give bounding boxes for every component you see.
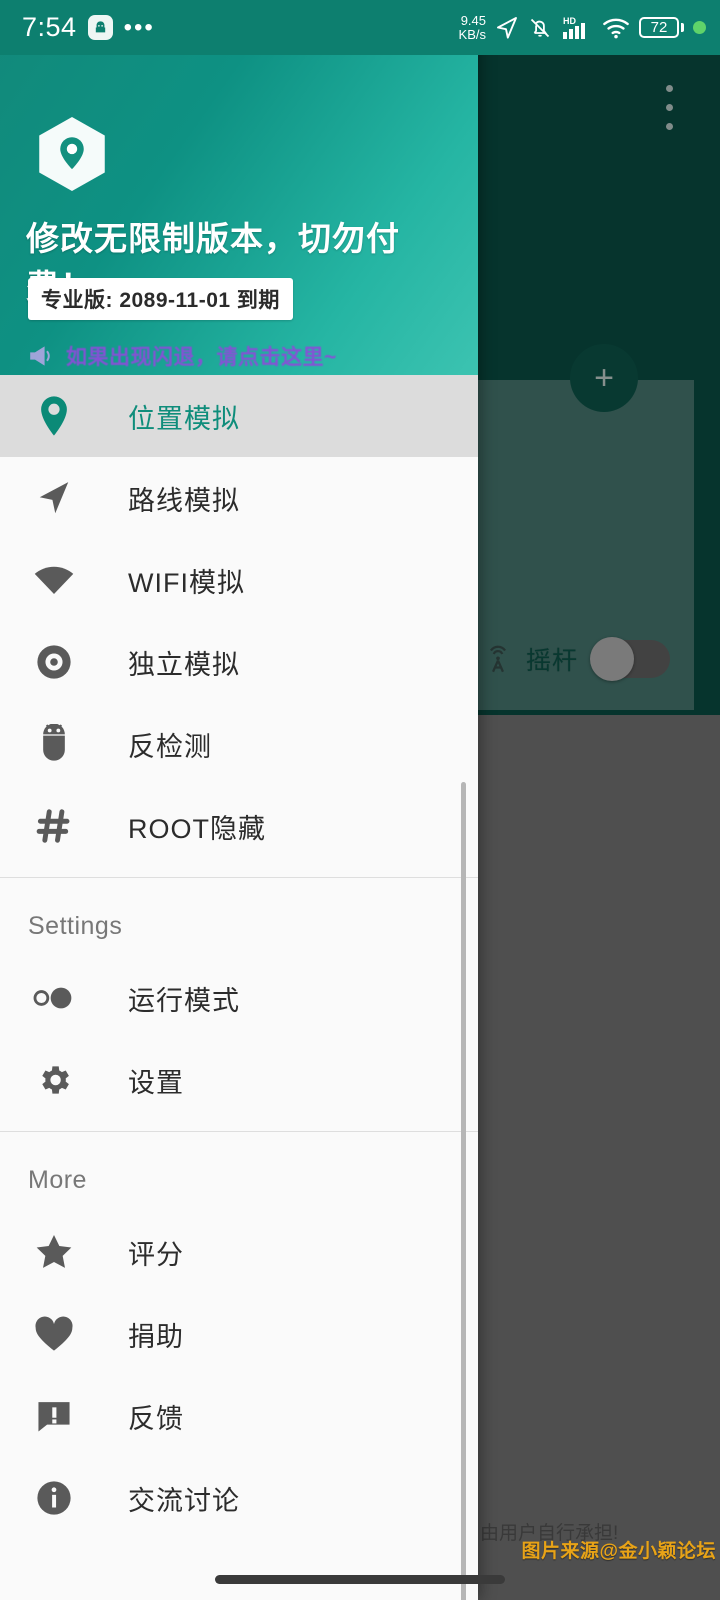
hash-icon — [28, 800, 80, 852]
feedback-icon — [28, 1390, 80, 1442]
network-speed-indicator: 9.45 KB/s — [458, 12, 486, 42]
notification-app-icon — [87, 15, 113, 40]
navigation-drawer: 修改无限制版本，切勿付费！ 专业版: 2089-11-01 到期 如果出现闪退，… — [0, 0, 478, 1600]
sidebar-item-label: 位置模拟 — [128, 403, 240, 434]
drawer-header: 修改无限制版本，切勿付费！ 专业版: 2089-11-01 到期 如果出现闪退，… — [0, 0, 478, 375]
status-bar: 7:54 ••• 9.45 KB/s HD 72 — [0, 0, 720, 55]
network-speed-unit: KB/s — [458, 26, 486, 42]
source-watermark: 图片来源@金小颖论坛 — [521, 1541, 716, 1562]
sidebar-item-location-sim[interactable]: 位置模拟 — [0, 375, 478, 457]
signal-bars-icon: HD — [561, 15, 593, 41]
battery-level-label: 72 — [639, 17, 679, 38]
drawer-group-settings: 运行模式 设置 — [0, 957, 478, 1121]
svg-text:HD: HD — [563, 16, 576, 26]
sidebar-item-label: 反馈 — [128, 1403, 184, 1434]
sidebar-item-feedback[interactable]: 反馈 — [0, 1375, 478, 1457]
sidebar-item-label: ROOT隐藏 — [128, 813, 266, 844]
sidebar-item-run-mode[interactable]: 运行模式 — [0, 957, 478, 1039]
sidebar-item-label: WIFI模拟 — [128, 567, 245, 598]
joystick-toggle[interactable] — [590, 637, 671, 681]
wifi-icon — [602, 16, 630, 40]
target-circle-icon — [28, 636, 80, 688]
sidebar-item-donate[interactable]: 捐助 — [0, 1293, 478, 1375]
sidebar-item-root-hide[interactable]: ROOT隐藏 — [0, 785, 478, 867]
sidebar-item-standalone-sim[interactable]: 独立模拟 — [0, 621, 478, 703]
sidebar-item-label: 评分 — [128, 1239, 184, 1270]
joystick-label: 摇杆 — [526, 647, 579, 675]
sidebar-item-label: 交流讨论 — [128, 1485, 240, 1516]
status-bar-left: 7:54 ••• — [22, 12, 155, 43]
drawer-scrollbar[interactable] — [461, 390, 472, 1600]
drawer-group-more: 评分 捐助 反馈 交流讨论 — [0, 1211, 478, 1539]
battery-indicator: 72 — [639, 17, 684, 38]
battery-cap — [681, 23, 684, 32]
overflow-menu-icon[interactable] — [658, 85, 680, 130]
joystick-row: 摇杆 — [476, 630, 691, 688]
recording-dot-icon — [693, 21, 706, 34]
mute-bell-icon — [528, 16, 552, 40]
gesture-navigation-bar[interactable] — [215, 1575, 505, 1584]
fab-plus-label: + — [594, 359, 614, 397]
section-header-settings: Settings — [28, 912, 123, 940]
gear-icon — [28, 1054, 80, 1106]
location-arrow-icon — [495, 16, 519, 40]
wifi-icon — [28, 554, 80, 606]
sidebar-item-wifi-sim[interactable]: WIFI模拟 — [0, 539, 478, 621]
heart-icon — [28, 1308, 80, 1360]
crash-notice-label: 如果出现闪退，请点击这里~ — [66, 346, 337, 369]
sidebar-item-label: 独立模拟 — [128, 649, 240, 680]
hexagon-location-pin-logo — [30, 112, 114, 196]
crash-notice-link[interactable]: 如果出现闪退，请点击这里~ — [26, 341, 337, 371]
phone-screen: + 摇杆 由用户自行承担! 修改无限制版本，切勿付 专业版: 2089-11-0… — [0, 0, 720, 1600]
megaphone-icon — [26, 344, 56, 368]
star-icon — [28, 1226, 80, 1278]
sidebar-item-label: 运行模式 — [128, 985, 240, 1016]
info-icon — [28, 1472, 80, 1524]
sidebar-item-label: 路线模拟 — [128, 485, 240, 516]
android-bug-icon — [28, 718, 80, 770]
drawer-scrollbar-thumb[interactable] — [461, 782, 466, 1600]
status-bar-more-icon: ••• — [123, 13, 155, 41]
sidebar-item-route-sim[interactable]: 路线模拟 — [0, 457, 478, 539]
pro-expiry-badge: 专业版: 2089-11-01 到期 — [28, 278, 293, 320]
add-fab-button[interactable]: + — [570, 344, 638, 412]
navigation-arrow-icon — [28, 472, 80, 524]
location-pin-icon — [28, 390, 80, 442]
sidebar-item-label: 反检测 — [128, 731, 212, 762]
toggle-dots-icon — [28, 972, 80, 1024]
sidebar-item-anti-detect[interactable]: 反检测 — [0, 703, 478, 785]
status-bar-clock: 7:54 — [22, 12, 77, 42]
section-header-more: More — [28, 1166, 87, 1194]
drawer-group-main: 位置模拟 路线模拟 WIFI模拟 独立模拟 反检测 ROOT隐藏 — [0, 375, 478, 867]
network-speed-value: 9.45 — [460, 12, 486, 28]
sidebar-item-label: 捐助 — [128, 1321, 184, 1352]
toggle-knob — [590, 637, 635, 681]
sidebar-item-settings[interactable]: 设置 — [0, 1039, 478, 1121]
sidebar-item-rate[interactable]: 评分 — [0, 1211, 478, 1293]
sidebar-item-discussion[interactable]: 交流讨论 — [0, 1457, 478, 1539]
sidebar-item-label: 设置 — [128, 1067, 184, 1098]
status-bar-right: 9.45 KB/s HD 72 — [458, 12, 706, 42]
broadcast-icon — [480, 642, 516, 676]
